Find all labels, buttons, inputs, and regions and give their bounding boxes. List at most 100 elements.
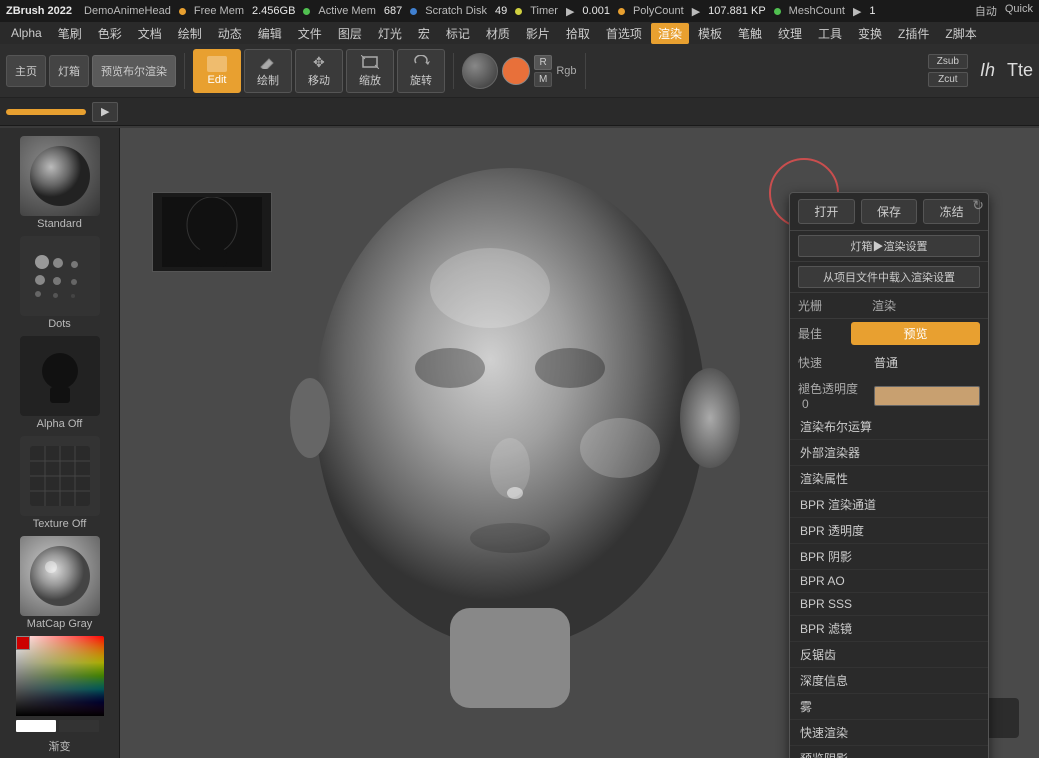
refresh-icon[interactable]: ↻ — [972, 197, 984, 214]
material-rgb-col — [502, 57, 530, 85]
poly-label: PolyCount — [633, 5, 684, 17]
m-button[interactable]: M — [534, 72, 552, 87]
material-color[interactable] — [502, 57, 530, 85]
swatch-black[interactable] — [59, 720, 99, 732]
render-list-item-9[interactable]: 反锯齿 — [790, 642, 988, 668]
menu-transform[interactable]: 变换 — [851, 23, 889, 44]
rgb-button[interactable]: R — [534, 55, 552, 70]
best-value-btn[interactable]: 预览 — [851, 322, 980, 345]
menu-light[interactable]: 灯光 — [371, 23, 409, 44]
menu-tool[interactable]: 工具 — [811, 23, 849, 44]
menu-marker[interactable]: 标记 — [439, 23, 477, 44]
save-btn[interactable]: 保存 — [861, 199, 918, 224]
render-list-item-5[interactable]: BPR 阴影 — [790, 544, 988, 570]
menu-template[interactable]: 模板 — [691, 23, 729, 44]
render-list-item-12[interactable]: 快速渲染 — [790, 720, 988, 746]
render-list-item-6[interactable]: BPR AO — [790, 570, 988, 593]
render-list-item-1[interactable]: 外部渲染器 — [790, 440, 988, 466]
sidebar-item-dots[interactable]: Dots — [10, 236, 110, 330]
auto-label[interactable]: 自动 — [975, 3, 997, 19]
menu-texture[interactable]: 纹理 — [771, 23, 809, 44]
thumb-svg — [162, 197, 262, 267]
render-list-item-10[interactable]: 深度信息 — [790, 668, 988, 694]
scale-btn[interactable]: 缩放 — [346, 49, 394, 93]
dot9 — [71, 294, 75, 298]
material-sphere[interactable] — [462, 53, 498, 89]
menu-macro[interactable]: 宏 — [411, 23, 437, 44]
render-list-item-3[interactable]: BPR 渲染通道 — [790, 492, 988, 518]
menu-color[interactable]: 色彩 — [91, 23, 129, 44]
color-picker-area[interactable] — [16, 636, 104, 732]
sidebar-item-matcap[interactable]: MatCap Gray — [10, 536, 110, 630]
load-from-file-btn[interactable]: 从项目文件中载入渲染设置 — [798, 266, 980, 288]
menu-brush[interactable]: 笔刷 — [51, 23, 89, 44]
render-list-item-2[interactable]: 渲染属性 — [790, 466, 988, 492]
render-list-item-13[interactable]: 预览阴影 — [790, 746, 988, 758]
menu-layer[interactable]: 图层 — [331, 23, 369, 44]
viewport-thumbnail[interactable] — [152, 192, 272, 272]
render-list-item-7[interactable]: BPR SSS — [790, 593, 988, 616]
open-btn[interactable]: 打开 — [798, 199, 855, 224]
menu-edit[interactable]: 编辑 — [251, 23, 289, 44]
active-mem-value: 687 — [384, 5, 402, 17]
draw-btn[interactable]: 绘制 — [244, 49, 292, 93]
opacity-color-box[interactable] — [874, 386, 980, 406]
rotate-icon — [411, 54, 431, 70]
menu-pickup[interactable]: 拾取 — [559, 23, 597, 44]
draw-label: 绘制 — [257, 72, 279, 88]
menu-zplugin[interactable]: Z插件 — [891, 23, 936, 44]
progress-indicator — [6, 109, 86, 115]
swatch-white[interactable] — [16, 720, 56, 732]
dot1 — [35, 255, 49, 269]
scratch-value: 49 — [495, 5, 507, 17]
menu-draw[interactable]: 绘制 — [171, 23, 209, 44]
dot-icon2 — [303, 8, 310, 15]
dot3 — [71, 261, 78, 268]
menu-bar: Alpha 笔刷 色彩 文档 绘制 动态 编辑 文件 图层 灯光 宏 标记 材质… — [0, 22, 1039, 44]
top-bar: ZBrush 2022 DemoAnimeHead Free Mem 2.456… — [0, 0, 1039, 22]
mesh-value: 1 — [869, 5, 875, 17]
edit-btn[interactable]: Edit — [193, 49, 241, 93]
lightbox-render-btn[interactable]: 灯箱▶渲染设置 — [798, 235, 980, 257]
lightbox-tab-btn[interactable]: 灯箱 — [49, 55, 89, 87]
zsub-zcut-area: Zsub Zcut — [928, 54, 968, 87]
main-tab-btn[interactable]: 主页 — [6, 55, 46, 87]
sub-tool-btn1[interactable]: ▶ — [92, 102, 118, 122]
fast-value: 普通 — [874, 351, 898, 374]
quick-label[interactable]: Quick — [1005, 3, 1033, 19]
menu-alpha[interactable]: Alpha — [4, 24, 49, 42]
color-indicator[interactable] — [16, 636, 30, 650]
menu-stroke[interactable]: 笔触 — [731, 23, 769, 44]
edit-label: Edit — [208, 74, 227, 86]
sidebar-item-alpha[interactable]: Alpha Off — [10, 336, 110, 430]
dots-label: Dots — [48, 318, 71, 330]
menu-material[interactable]: 材质 — [479, 23, 517, 44]
menu-document[interactable]: 文档 — [131, 23, 169, 44]
sidebar-item-texture[interactable]: Texture Off — [10, 436, 110, 530]
move-btn[interactable]: ✥ 移动 — [295, 49, 343, 93]
menu-file[interactable]: 文件 — [291, 23, 329, 44]
menu-preferences[interactable]: 首选项 — [599, 23, 649, 44]
alpha-thumb — [20, 336, 100, 416]
render-header: 打开 保存 冻结 — [790, 193, 988, 231]
menu-render[interactable]: 渲染 — [651, 23, 689, 44]
timer-value: 0.001 — [582, 5, 610, 17]
main-viewport[interactable]: ↻ 打开 保存 冻结 灯箱▶渲染设置 从项目文件中载入渲染设置 光栅 渲染 最佳… — [120, 128, 1039, 758]
rotate-btn[interactable]: 旋转 — [397, 49, 445, 93]
sidebar-item-gradient[interactable]: 渐变 — [10, 738, 110, 754]
render-list-item-0[interactable]: 渲染布尔运算 — [790, 414, 988, 440]
menu-movie[interactable]: 影片 — [519, 23, 557, 44]
menu-dynamic[interactable]: 动态 — [211, 23, 249, 44]
render-list-item-11[interactable]: 雾 — [790, 694, 988, 720]
preview-render-btn[interactable]: 预览布尔渲染 — [92, 55, 176, 87]
best-label: 最佳 — [798, 325, 845, 342]
zcut-btn[interactable]: Zcut — [928, 72, 968, 87]
render-list-item-8[interactable]: BPR 滤镜 — [790, 616, 988, 642]
sidebar-item-standard[interactable]: Standard — [10, 136, 110, 230]
matcap-thumb — [20, 536, 100, 616]
rotate-label: 旋转 — [410, 72, 432, 88]
menu-zscript[interactable]: Z脚本 — [938, 23, 983, 44]
render-list-item-4[interactable]: BPR 透明度 — [790, 518, 988, 544]
zsub-btn[interactable]: Zsub — [928, 54, 968, 69]
gradient-label: 渐变 — [49, 738, 71, 754]
